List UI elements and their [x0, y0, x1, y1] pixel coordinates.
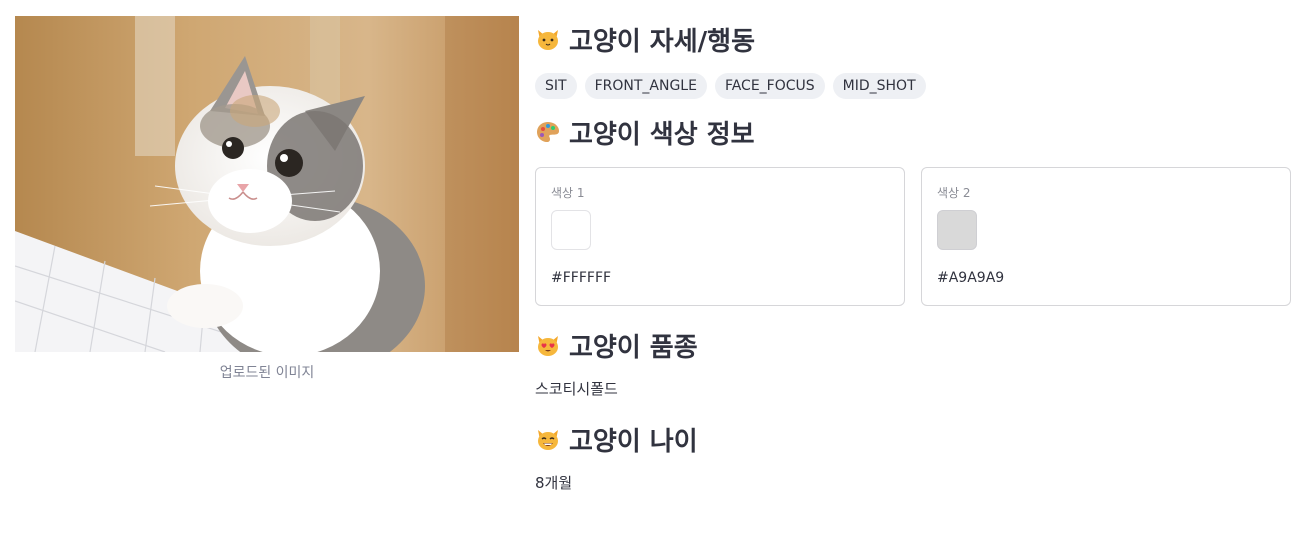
cat-illustration [15, 16, 519, 352]
color-title-text: 고양이 색상 정보 [569, 119, 755, 150]
color-card: 색상 1 #FFFFFF [535, 167, 905, 306]
breed-section-title: 고양이 품종 [535, 322, 1295, 368]
color-swatch[interactable] [551, 210, 591, 250]
age-section-title: 고양이 나이 [535, 416, 1295, 462]
image-caption: 업로드된 이미지 [219, 365, 315, 381]
heart-eyes-cat-icon [538, 336, 558, 356]
color-card-list: 색상 1 #FFFFFF 색상 2 #A9A9A9 [535, 167, 1295, 306]
color-label: 색상 1 [551, 186, 585, 200]
pose-tag: FRONT_ANGLE [584, 73, 707, 99]
breed-value: 스코티시폴드 [535, 380, 618, 398]
pose-section-title: 고양이 자세/행동 [535, 16, 1295, 62]
pose-tag: FACE_FOCUS [714, 73, 825, 99]
color-swatch[interactable] [937, 210, 977, 250]
analysis-panel: 고양이 자세/행동 SIT FRONT_ANGLE FACE_FOCUS MID… [535, 16, 1295, 510]
pose-title-text: 고양이 자세/행동 [569, 26, 755, 57]
color-hex-value: #FFFFFF [551, 270, 612, 286]
cat-face-icon [538, 30, 558, 50]
color-label: 색상 2 [937, 186, 971, 200]
pose-tag-list: SIT FRONT_ANGLE FACE_FOCUS MID_SHOT [535, 73, 1295, 99]
color-section-title: 고양이 색상 정보 [535, 109, 1295, 155]
breed-title-text: 고양이 품종 [569, 332, 698, 363]
color-hex-value: #A9A9A9 [937, 270, 1005, 286]
pose-tag: MID_SHOT [832, 73, 926, 99]
color-card: 색상 2 #A9A9A9 [921, 167, 1291, 306]
palette-icon [537, 122, 559, 142]
age-title-text: 고양이 나이 [569, 426, 698, 457]
image-panel: 업로드된 이미지 [15, 16, 519, 382]
age-value: 8개월 [535, 474, 573, 492]
grinning-cat-icon [538, 430, 558, 450]
uploaded-cat-photo [15, 16, 519, 352]
pose-tag: SIT [535, 73, 577, 99]
